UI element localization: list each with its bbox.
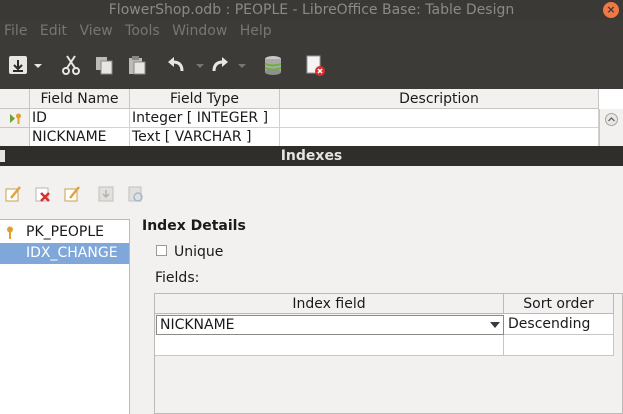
index-field-cell[interactable] <box>155 335 504 356</box>
indexes-dialog-title: Indexes <box>280 148 343 164</box>
column-header-field-name[interactable]: Field Name <box>30 89 130 109</box>
column-header-field-type[interactable]: Field Type <box>130 89 280 109</box>
rename-index-icon[interactable] <box>63 184 83 204</box>
index-field-combobox[interactable]: NICKNAME <box>156 315 504 335</box>
redo-icon[interactable] <box>209 54 231 76</box>
index-item-idx-change[interactable]: IDX_CHANGE <box>0 243 129 264</box>
index-list[interactable]: PK_PEOPLE IDX_CHANGE <box>0 219 130 414</box>
save-icon[interactable] <box>7 54 29 76</box>
unique-checkbox-row[interactable]: Unique <box>156 243 223 261</box>
new-index-icon[interactable] <box>4 184 24 204</box>
index-item-label: PK_PEOPLE <box>26 224 105 240</box>
index-field-value: NICKNAME <box>160 317 235 333</box>
reset-index-icon[interactable] <box>126 184 146 204</box>
menu-edit[interactable]: Edit <box>36 20 71 39</box>
dialog-edge-icon <box>0 150 5 162</box>
chevron-down-icon[interactable] <box>490 322 500 328</box>
save-index-icon[interactable] <box>96 184 116 204</box>
index-item-pk-people[interactable]: PK_PEOPLE <box>0 222 129 243</box>
table-row-field-type[interactable]: Text [ VARCHAR ] <box>130 128 280 147</box>
undo-icon[interactable] <box>165 54 187 76</box>
row-header[interactable] <box>0 109 30 128</box>
copy-icon[interactable] <box>93 54 115 76</box>
menu-bar: File Edit View Tools Window Help <box>0 20 623 42</box>
menu-file[interactable]: File <box>0 20 31 39</box>
primary-key-icon <box>7 226 13 239</box>
menu-tools[interactable]: Tools <box>121 20 164 39</box>
index-details-heading: Index Details <box>142 218 246 234</box>
grid-vertical-scrollbar[interactable] <box>599 109 623 146</box>
table-row-field-name[interactable]: NICKNAME <box>30 128 130 147</box>
table-row-field-type[interactable]: Integer [ INTEGER ] <box>130 109 280 128</box>
menu-help[interactable]: Help <box>236 20 276 39</box>
cut-icon[interactable] <box>60 54 82 76</box>
menu-view[interactable]: View <box>75 20 116 39</box>
column-header-sort-order[interactable]: Sort order <box>504 294 614 314</box>
index-fields-table: Index field Sort order NICKNAME Descendi… <box>154 293 623 414</box>
row-header-corner <box>0 89 30 109</box>
table-design-grid: Field Name Field Type Description ID Int… <box>0 89 623 147</box>
delete-index-icon[interactable] <box>33 184 53 204</box>
column-header-index-field[interactable]: Index field <box>155 294 504 314</box>
sort-order-cell[interactable] <box>504 335 614 356</box>
primary-key-row-icon <box>10 113 21 124</box>
indexes-dialog-title-bar: Indexes <box>0 146 623 166</box>
redo-dropdown-icon[interactable] <box>237 54 247 76</box>
column-header-description[interactable]: Description <box>280 89 599 109</box>
fields-label: Fields: <box>155 270 200 286</box>
window-title: FlowerShop.odb : PEOPLE - LibreOffice Ba… <box>108 2 515 18</box>
paste-icon[interactable] <box>126 54 148 76</box>
unique-checkbox[interactable] <box>156 245 167 256</box>
table-row-description[interactable] <box>280 128 599 147</box>
close-document-icon[interactable] <box>304 54 326 76</box>
table-row-field-name[interactable]: ID <box>30 109 130 128</box>
unique-label: Unique <box>174 244 224 260</box>
index-item-label: IDX_CHANGE <box>26 245 118 261</box>
window-title-bar: FlowerShop.odb : PEOPLE - LibreOffice Ba… <box>0 0 623 20</box>
window-close-button[interactable]: × <box>603 2 619 18</box>
sort-order-cell[interactable]: Descending <box>504 314 614 335</box>
dropdown-icon[interactable] <box>32 54 44 76</box>
table-row-description[interactable] <box>280 109 599 128</box>
menu-window[interactable]: Window <box>168 20 231 39</box>
scroll-up-icon[interactable] <box>605 113 618 126</box>
database-icon[interactable] <box>262 54 284 76</box>
row-header[interactable] <box>0 128 30 147</box>
undo-dropdown-icon[interactable] <box>195 54 205 76</box>
indexes-dialog: PK_PEOPLE IDX_CHANGE Index Details Uniqu… <box>0 166 623 414</box>
main-toolbar <box>0 42 623 88</box>
